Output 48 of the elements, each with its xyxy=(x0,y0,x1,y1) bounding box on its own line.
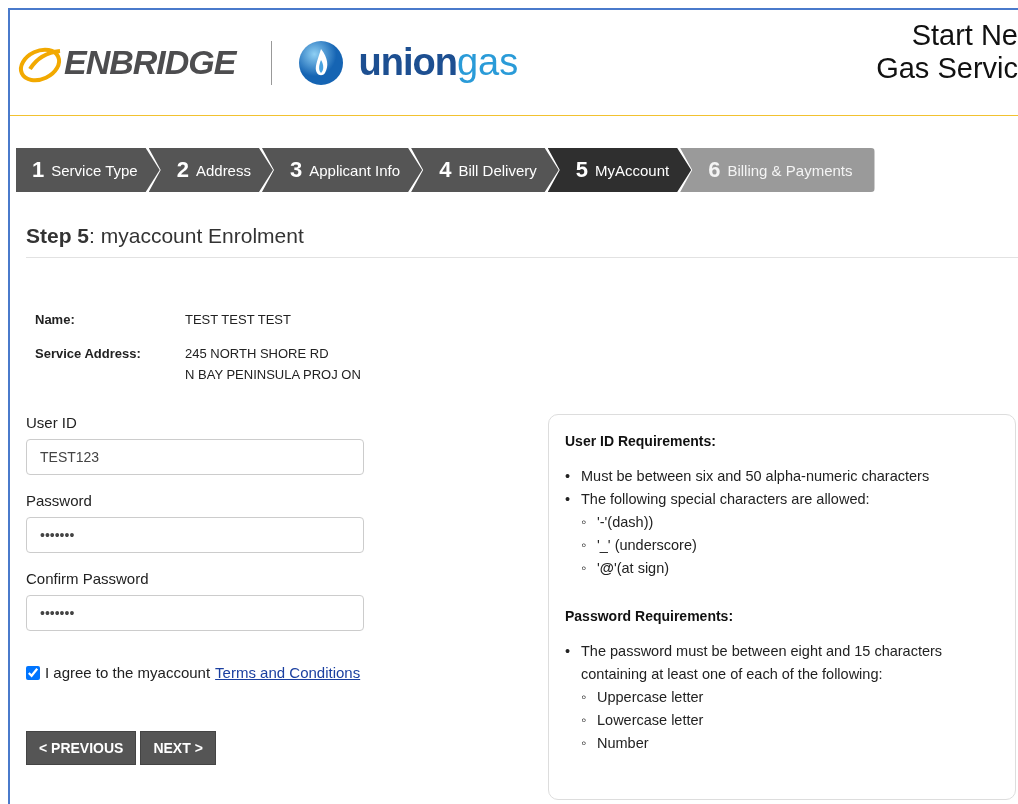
bullet-mark: • xyxy=(565,490,572,509)
input-field[interactable]: ••••••• xyxy=(26,517,364,553)
flame-icon xyxy=(298,39,345,86)
next-button[interactable]: NEXT > xyxy=(140,731,216,765)
bullet-mark: • xyxy=(565,467,572,486)
bullet-mark: ◦ xyxy=(581,734,588,753)
brand-logo: gas xyxy=(456,41,519,84)
bullet-mark: • xyxy=(565,642,572,661)
previous-button[interactable]: < PREVIOUS xyxy=(26,731,137,765)
section-heading: Step 5: myaccount Enrolment xyxy=(26,224,1018,258)
agree-checkbox[interactable] xyxy=(26,665,40,680)
wizard-step[interactable]: 3 Applicant Info xyxy=(261,148,423,192)
input-field[interactable]: ••••••• xyxy=(26,595,364,631)
field-label: Confirm Password xyxy=(26,570,150,587)
requirements-heading: Password Requirements: xyxy=(565,608,735,624)
requirement-text: '_' (underscore) xyxy=(597,536,698,555)
wizard-step[interactable]: 2 Address xyxy=(148,148,273,192)
info-value: N BAY PENINSULA PROJ ON xyxy=(185,367,362,382)
bullet-mark: ◦ xyxy=(581,536,588,555)
requirement-text: '@'(at sign) xyxy=(597,559,671,578)
bullet-mark: ◦ xyxy=(581,711,588,730)
requirements-heading: User ID Requirements: xyxy=(565,433,717,449)
wizard-step[interactable]: 1 Service Type xyxy=(16,148,160,192)
info-label: Service Address: xyxy=(35,346,142,363)
bullet-mark: ◦ xyxy=(581,513,588,532)
wizard-step[interactable]: 4 Bill Delivery xyxy=(411,148,559,192)
wizard-step[interactable]: 5 MyAccount xyxy=(547,148,692,192)
field-label: Password xyxy=(26,492,93,509)
requirement-text: Uppercase letter xyxy=(597,688,705,707)
agree-text: I agree to the myaccount xyxy=(45,664,211,681)
info-value: 245 NORTH SHORE RD xyxy=(185,346,330,361)
page-title: Gas Servic xyxy=(876,51,1018,85)
requirement-text: The following special characters are allowed: xyxy=(581,491,870,507)
bullet-mark: ◦ xyxy=(581,559,588,578)
brand-logo: ENBRIDGE xyxy=(64,43,236,82)
info-label: Name: xyxy=(35,312,76,327)
input-field[interactable]: TEST123 xyxy=(26,439,364,475)
field-label: User ID xyxy=(26,414,78,431)
page-title: Start Ne xyxy=(911,18,1018,52)
requirement-text: Must be between six and 50 alpha-numeric characters xyxy=(581,468,930,484)
requirement-text: The password must be between eight and 15 characters containing at least one of each of the following: xyxy=(581,643,943,682)
bullet-mark: ◦ xyxy=(581,688,588,707)
info-value: TEST TEST TEST xyxy=(185,312,292,327)
terms-link[interactable]: Terms and Conditions xyxy=(215,664,361,681)
brand-logo: union xyxy=(358,41,457,84)
requirement-text: '-'(dash)) xyxy=(597,513,655,532)
requirement-text: Lowercase letter xyxy=(597,711,705,730)
requirement-text: Number xyxy=(597,734,650,753)
